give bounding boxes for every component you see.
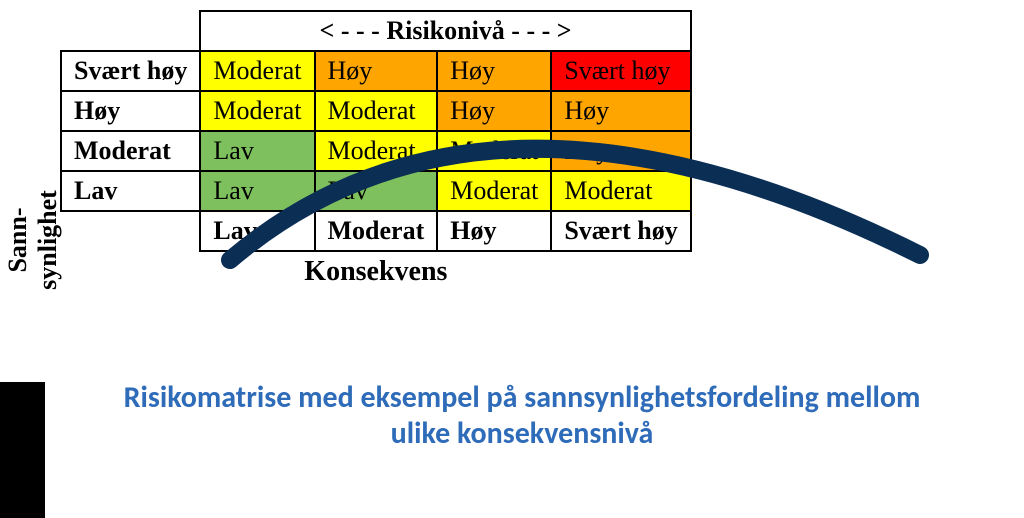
col-label: Moderat (315, 211, 438, 251)
caption-line: ulike konsekvensnivå (391, 415, 654, 452)
risk-diagram: Sann-synlighet < - - - Risikonivå - - - … (0, 0, 1024, 518)
cell: Høy (551, 91, 690, 131)
col-label: Lav (200, 211, 314, 251)
cell: Moderat (551, 171, 690, 211)
y-axis-label-text: Sann-synlighet (3, 190, 62, 290)
row-label: Lav (61, 171, 200, 211)
cell: Moderat (200, 51, 314, 91)
x-axis-label: Konsekvens (60, 256, 692, 288)
cell: Svært høy (551, 51, 690, 91)
row-label: Svært høy (61, 51, 200, 91)
risk-level-header: < - - - Risikonivå - - - > (200, 11, 690, 51)
caption-line: Risikomatrise med eksempel på sannsynlig… (124, 379, 921, 416)
row-label: Høy (61, 91, 200, 131)
risk-matrix-table: < - - - Risikonivå - - - > Svært høy Mod… (60, 10, 692, 252)
spacer (61, 211, 200, 251)
cell: Lav (200, 131, 314, 171)
cell: Høy (437, 91, 551, 131)
cell: Moderat (315, 91, 438, 131)
cell: Høy (551, 131, 690, 171)
cell: Lav (200, 171, 314, 211)
cell: Høy (315, 51, 438, 91)
cell: Moderat (200, 91, 314, 131)
cell: Moderat (437, 171, 551, 211)
matrix-wrap: < - - - Risikonivå - - - > Svært høy Mod… (60, 10, 692, 288)
cell: Moderat (437, 131, 551, 171)
col-label: Svært høy (551, 211, 690, 251)
figure-caption: Risikomatrise med eksempel på sannsynlig… (60, 380, 984, 452)
cell: Lav (315, 171, 438, 211)
row-label: Moderat (61, 131, 200, 171)
slide-edge-bar (0, 382, 45, 518)
cell: Høy (437, 51, 551, 91)
cell: Moderat (315, 131, 438, 171)
spacer (61, 11, 200, 51)
col-label: Høy (437, 211, 551, 251)
